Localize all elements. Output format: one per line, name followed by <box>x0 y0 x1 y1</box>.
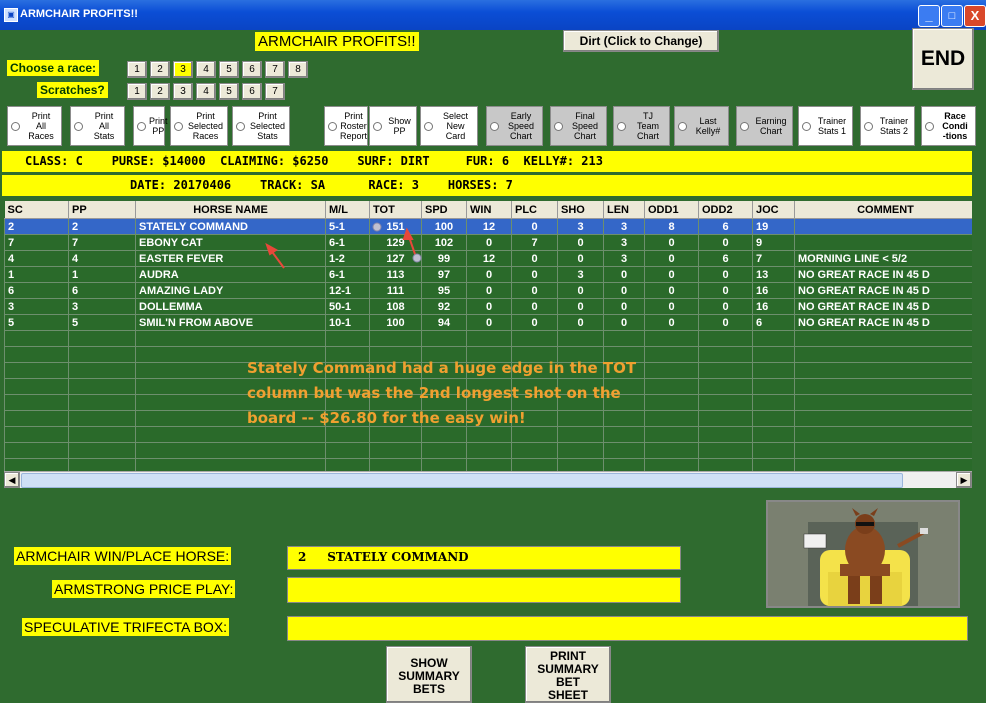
win-place-field[interactable]: 2 STATELY COMMAND <box>287 546 681 570</box>
trifecta-label: SPECULATIVE TRIFECTA BOX: <box>22 618 230 636</box>
button-line: BETS <box>412 682 445 696</box>
armstrong-label: ARMSTRONG PRICE PLAY: <box>52 580 236 598</box>
print-summary-bet-sheet-button[interactable]: PRINT SUMMARY BET SHEET <box>525 646 611 703</box>
show-summary-bets-button[interactable]: SHOW SUMMARY BETS <box>386 646 472 703</box>
arrow-head <box>402 227 414 240</box>
mascot-icon <box>768 502 958 606</box>
trifecta-field[interactable] <box>287 616 968 641</box>
cursor-dot <box>372 222 382 232</box>
button-line: SHEET <box>547 688 588 702</box>
mascot-image <box>766 500 960 608</box>
win-place-label: ARMCHAIR WIN/PLACE HORSE: <box>14 547 232 565</box>
cursor-dot <box>412 253 422 263</box>
arrow-head <box>265 242 278 256</box>
armstrong-field[interactable] <box>287 577 681 603</box>
